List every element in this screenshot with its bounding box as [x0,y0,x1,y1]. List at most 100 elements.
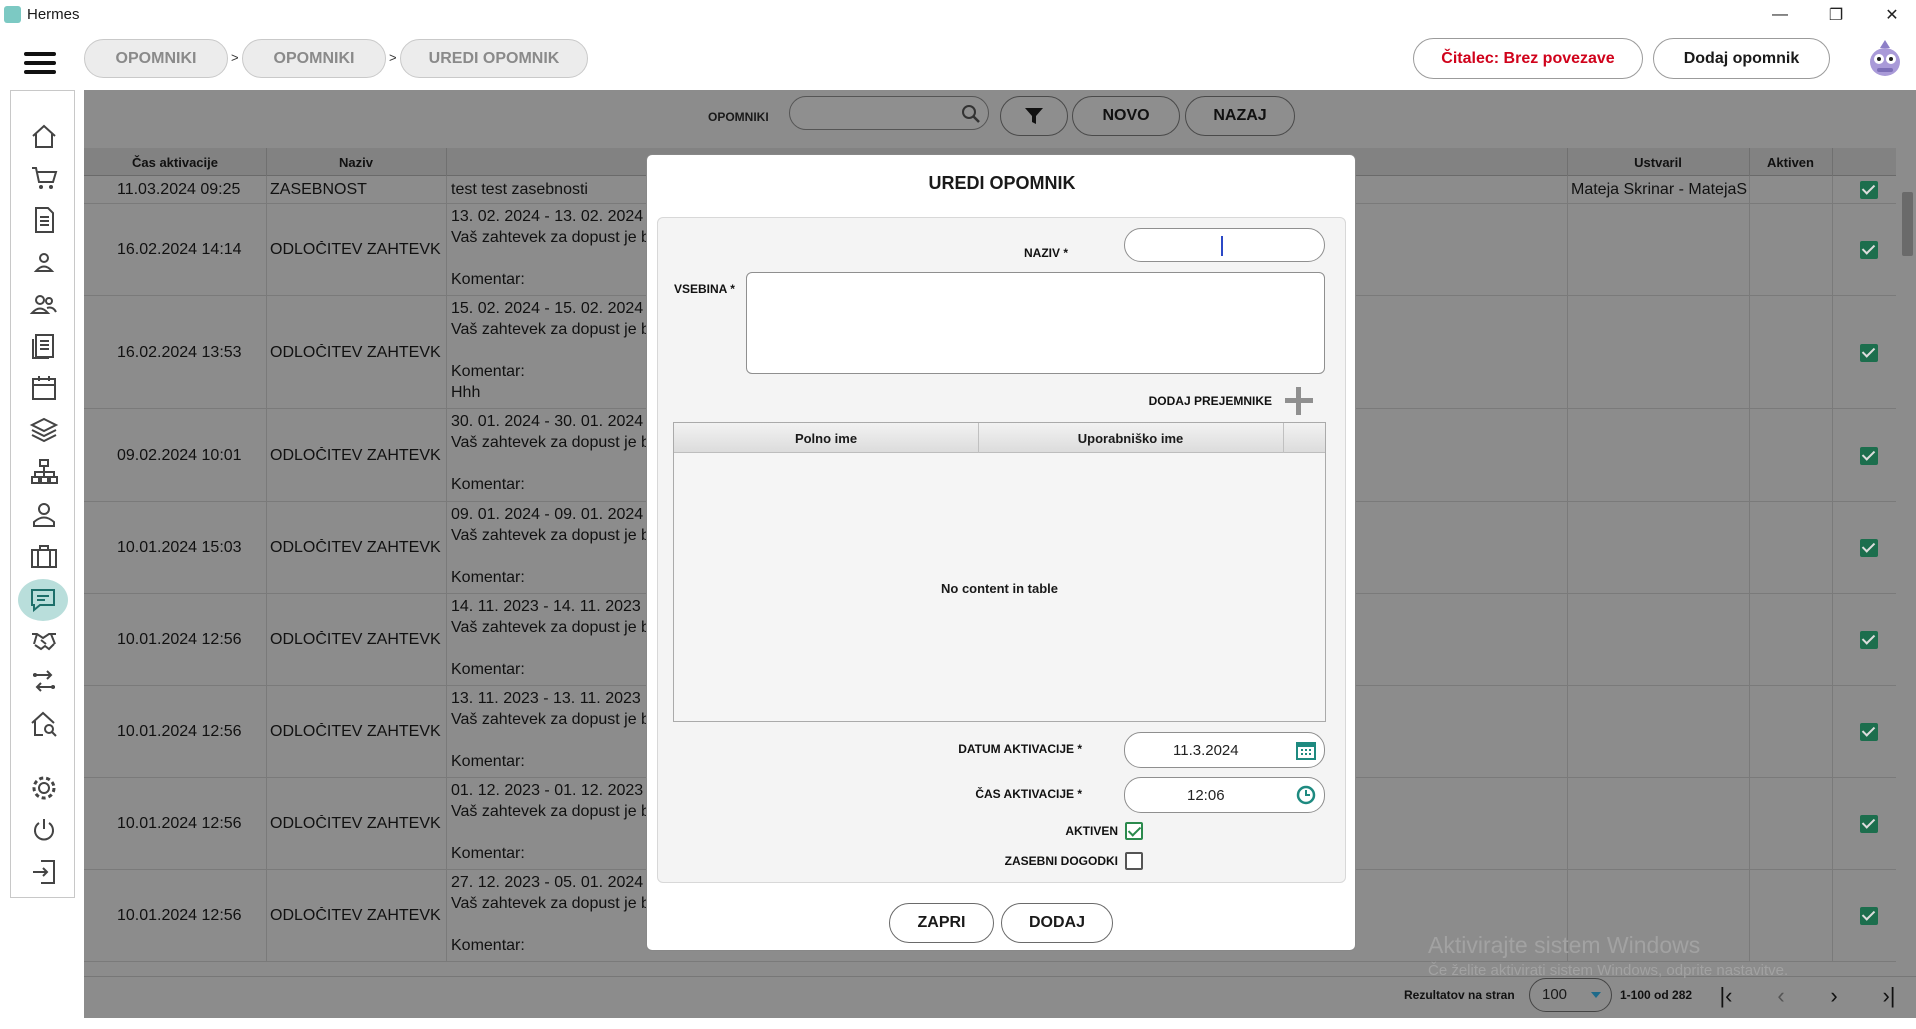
handshake-icon[interactable] [27,623,61,657]
cell-name: ODLOČITEV ZAHTEVK... [270,907,442,924]
close-window-icon[interactable]: ✕ [1864,0,1916,29]
reader-status-button[interactable]: Čitalec: Brez povezave [1413,38,1643,79]
document-icon[interactable] [27,203,61,237]
column-header-full-name[interactable]: Polno ime [674,423,978,453]
content-textarea[interactable] [746,272,1325,374]
layers-icon[interactable] [27,413,61,447]
new-button[interactable]: NOVO [1072,96,1180,136]
clock-icon[interactable] [1295,784,1317,806]
empty-table-message: No content in table [941,581,1058,596]
calendar-icon[interactable] [1295,739,1317,761]
news-icon[interactable] [27,329,61,363]
column-header-username[interactable]: Uporabniško ime [978,423,1283,453]
table-scrollbar[interactable] [1899,176,1916,968]
app-logo-icon [4,6,21,23]
column-header-creator[interactable]: Ustvaril [1567,148,1749,176]
cart-icon[interactable] [27,161,61,195]
briefcase-icon[interactable] [27,539,61,573]
cell-name: ODLOČITEV ZAHTEVK... [270,447,442,464]
users-icon[interactable] [27,287,61,321]
power-icon[interactable] [27,813,61,847]
minimize-icon[interactable]: — [1752,0,1808,29]
active-check-icon [1860,344,1878,362]
dialog-title: UREDI OPOMNIK [928,173,1076,193]
cell-activation-time: 16.02.2024 14:14 [117,241,242,258]
gear-icon[interactable] [27,771,61,805]
route-icon[interactable] [27,665,61,699]
cell-activation-time: 10.01.2024 15:03 [117,539,242,556]
add-reminder-button[interactable]: Dodaj opomnik [1653,38,1830,79]
chat-icon[interactable] [18,579,68,621]
active-check-icon [1860,907,1878,925]
add-button[interactable]: DODAJ [1001,903,1113,943]
back-button[interactable]: NAZAJ [1185,96,1295,136]
org-chart-icon[interactable] [27,455,61,489]
active-check-icon [1860,815,1878,833]
next-page-icon[interactable]: › [1821,983,1847,1009]
close-button[interactable]: ZAPRI [889,903,994,943]
recipients-table-header: Polno ime Uporabniško ime [674,423,1325,453]
home-icon[interactable] [27,119,61,153]
windows-watermark-title: Aktivirajte sistem Windows [1428,932,1701,958]
result-range: 1-100 od 282 [1620,988,1693,1002]
home-search-icon[interactable] [27,707,61,741]
cell-name: ZASEBNOST [270,181,367,198]
activation-date-input[interactable]: 11.3.2024 [1124,732,1325,768]
last-page-icon[interactable]: ›| [1876,983,1902,1009]
add-recipients-label: DODAJ PREJEMNIKE [1148,394,1272,408]
cell-activation-time: 10.01.2024 12:56 [117,907,242,924]
breadcrumb-separator: > [231,50,239,65]
content-label: VSEBINA * [674,282,735,296]
filter-button[interactable] [1000,96,1068,136]
window-title: Hermes [27,6,80,23]
text-caret [1221,236,1223,256]
activation-time-input[interactable]: 12:06 [1124,777,1325,813]
first-page-icon[interactable]: |‹ [1713,983,1739,1009]
activation-time-label: ČAS AKTIVACIJE * [975,787,1082,801]
breadcrumb-opomniki-1[interactable]: OPOMNIKI [84,39,228,78]
user-icon[interactable] [27,245,61,279]
cell-activation-time: 16.02.2024 13:53 [117,344,242,361]
cell-activation-time: 11.03.2024 09:25 [117,181,241,198]
sidebar [10,90,75,898]
calendar-icon[interactable] [27,371,61,405]
active-label: AKTIVEN [1065,824,1118,838]
per-page-label: Rezultatov na stran [1404,988,1515,1002]
avatar[interactable] [1866,38,1904,78]
active-check-icon [1860,447,1878,465]
active-check-icon [1860,723,1878,741]
cell-activation-time: 10.01.2024 12:56 [117,631,242,648]
add-recipient-plus-icon[interactable] [1284,386,1314,416]
filter-icon [1025,108,1043,124]
name-input[interactable] [1124,228,1325,262]
active-check-icon [1860,631,1878,649]
prev-page-icon[interactable]: ‹ [1768,983,1794,1009]
cell-activation-time: 10.01.2024 12:56 [117,815,242,832]
activation-time-value: 12:06 [1187,787,1225,804]
column-header-time[interactable]: Čas aktivacije [84,148,266,176]
cell-name: ODLOČITEV ZAHTEVK... [270,631,442,648]
edit-reminder-dialog: UREDI OPOMNIK NAZIV * VSEBINA * DODAJ PR… [646,154,1356,951]
activation-date-label: DATUM AKTIVACIJE * [958,742,1082,756]
private-events-checkbox[interactable] [1125,852,1143,870]
employee-icon[interactable] [27,497,61,531]
search-input[interactable] [789,96,989,130]
cell-activation-time: 10.01.2024 12:56 [117,723,242,740]
column-header-name[interactable]: Naziv [266,148,446,176]
cell-creator: Mateja Skrinar - MatejaS [1571,181,1747,198]
chevron-down-icon [1591,992,1601,998]
breadcrumb-separator: > [389,50,397,65]
hamburger-menu-icon[interactable] [24,52,58,76]
breadcrumb-uredi-opomnik[interactable]: UREDI OPOMNIK [400,39,588,78]
dialog-form-panel: NAZIV * VSEBINA * DODAJ PREJEMNIKE Polno… [657,217,1346,883]
activation-date-value: 11.3.2024 [1173,742,1239,759]
column-header-active[interactable]: Aktiven [1749,148,1832,176]
logout-icon[interactable] [27,855,61,889]
cell-name: ODLOČITEV ZAHTEVK... [270,815,442,832]
active-checkbox[interactable] [1125,822,1143,840]
breadcrumb-opomniki-2[interactable]: OPOMNIKI [242,39,386,78]
active-check-icon [1860,241,1878,259]
per-page-select[interactable]: 100 [1529,978,1612,1012]
search-icon[interactable] [960,103,982,125]
restore-icon[interactable]: ❐ [1808,0,1864,29]
